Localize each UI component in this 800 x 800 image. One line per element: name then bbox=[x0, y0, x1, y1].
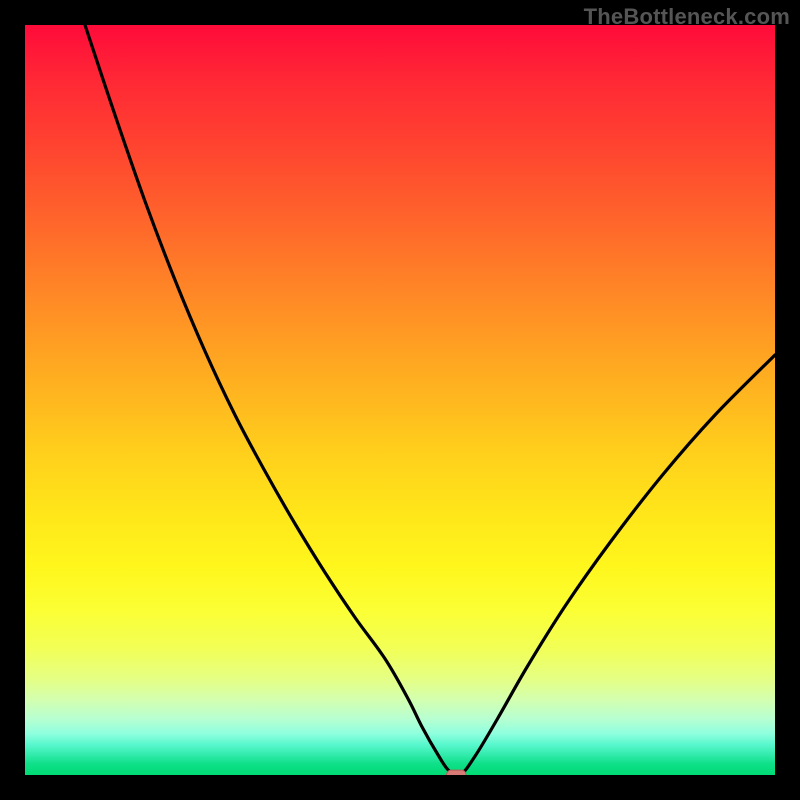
bottleneck-curve bbox=[85, 25, 775, 775]
minimum-marker bbox=[447, 770, 467, 775]
chart-svg bbox=[25, 25, 775, 775]
plot-area bbox=[25, 25, 775, 775]
chart-frame: TheBottleneck.com bbox=[0, 0, 800, 800]
watermark-text: TheBottleneck.com bbox=[584, 4, 790, 30]
